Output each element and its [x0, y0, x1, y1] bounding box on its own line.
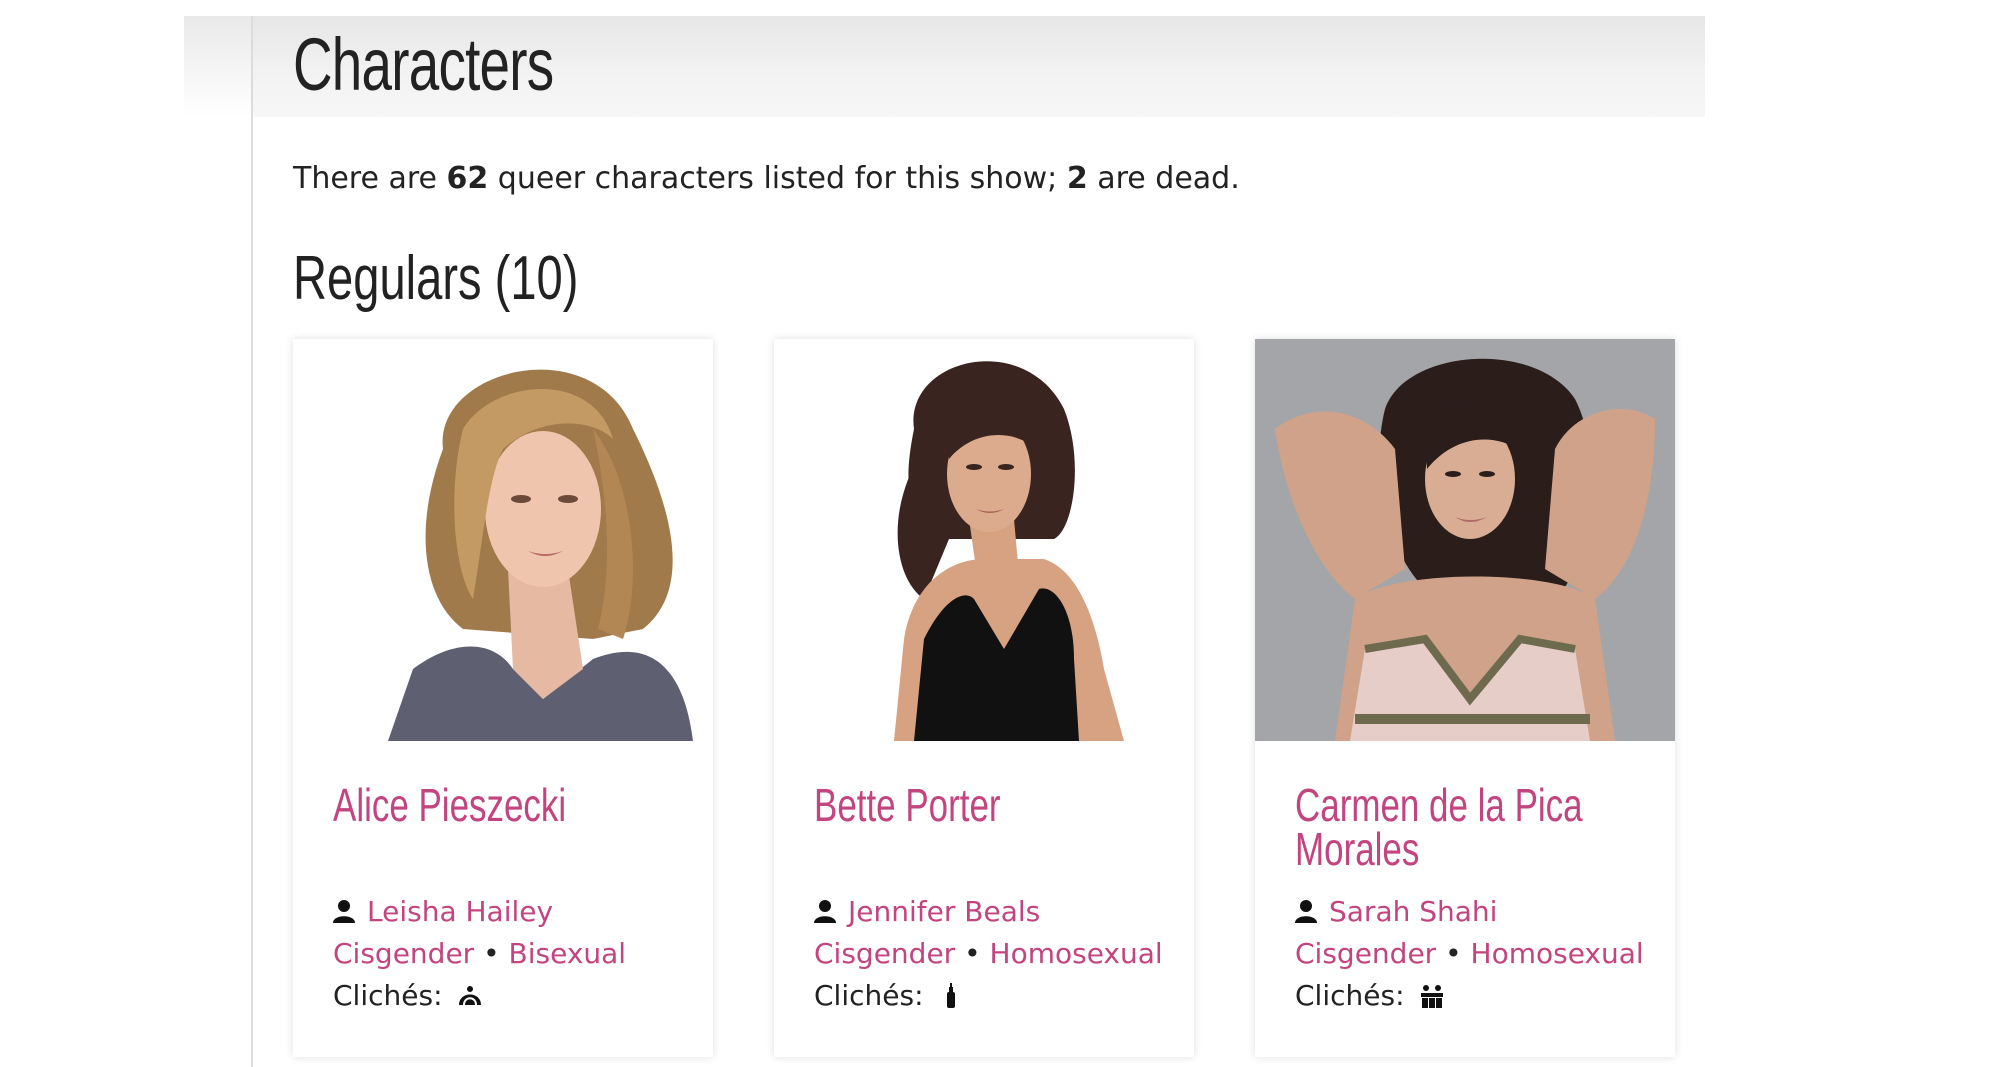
summary-dead-count: 2	[1066, 161, 1088, 196]
cliches-row: Clichés:	[1295, 975, 1655, 1017]
content-border	[251, 16, 253, 1067]
character-card: Alice Pieszecki Leisha Hailey Cisgender …	[293, 339, 713, 1057]
cliches-label: Clichés:	[814, 979, 924, 1012]
character-meta: Sarah Shahi Cisgender • Homosexual Clich…	[1295, 891, 1655, 1017]
actor-row: Jennifer Beals	[814, 891, 1174, 933]
actor-row: Sarah Shahi	[1295, 891, 1655, 933]
cliche-icon[interactable]	[1419, 983, 1445, 1009]
person-icon	[814, 900, 836, 923]
character-name-link[interactable]: Alice Pieszecki	[333, 782, 690, 828]
summary-character-count: 62	[446, 161, 489, 196]
sexuality-link[interactable]: Bisexual	[509, 937, 627, 970]
character-meta: Leisha Hailey Cisgender • Bisexual Clich…	[333, 891, 693, 1017]
gender-link[interactable]: Cisgender	[333, 937, 474, 970]
summary-text-1: There are	[293, 161, 447, 196]
cliche-icon[interactable]	[938, 983, 964, 1009]
cliches-label: Clichés:	[1295, 979, 1405, 1012]
cliches-row: Clichés:	[814, 975, 1174, 1017]
gender-link[interactable]: Cisgender	[1295, 937, 1436, 970]
actor-row: Leisha Hailey	[333, 891, 693, 933]
cliches-label: Clichés:	[333, 979, 443, 1012]
character-photo-image	[293, 339, 713, 741]
cliche-icon[interactable]	[457, 983, 483, 1009]
character-name-link[interactable]: Carmen de la Pica Morales	[1295, 782, 1652, 872]
actor-link[interactable]: Leisha Hailey	[367, 895, 553, 928]
character-photo-image	[774, 339, 1194, 741]
page-gutter	[184, 16, 252, 117]
sexuality-link[interactable]: Homosexual	[1471, 937, 1644, 970]
identity-row: Cisgender • Homosexual	[814, 933, 1174, 975]
identity-row: Cisgender • Bisexual	[333, 933, 693, 975]
character-card: Bette Porter Jennifer Beals Cisgender • …	[774, 339, 1194, 1057]
identity-separator: •	[1445, 937, 1471, 970]
identity-separator: •	[964, 937, 990, 970]
character-meta: Jennifer Beals Cisgender • Homosexual Cl…	[814, 891, 1174, 1017]
gender-link[interactable]: Cisgender	[814, 937, 955, 970]
identity-separator: •	[483, 937, 509, 970]
sexuality-link[interactable]: Homosexual	[990, 937, 1163, 970]
person-icon	[333, 900, 355, 923]
character-card: Carmen de la Pica Morales Sarah Shahi Ci…	[1255, 339, 1675, 1057]
cliches-row: Clichés:	[333, 975, 693, 1017]
identity-row: Cisgender • Homosexual	[1295, 933, 1655, 975]
character-photo[interactable]	[293, 339, 713, 741]
section-title-regulars: Regulars (10)	[293, 244, 579, 313]
character-photo[interactable]	[1255, 339, 1675, 741]
actor-link[interactable]: Jennifer Beals	[848, 895, 1040, 928]
summary-text-3: are dead.	[1087, 161, 1240, 196]
summary-text-2: queer characters listed for this show;	[488, 161, 1067, 196]
actor-link[interactable]: Sarah Shahi	[1329, 895, 1497, 928]
page-title: Characters	[293, 23, 554, 106]
character-photo-image	[1255, 339, 1675, 741]
character-name-link[interactable]: Bette Porter	[814, 782, 1171, 828]
character-photo[interactable]	[774, 339, 1194, 741]
character-summary: There are 62 queer characters listed for…	[293, 161, 1240, 196]
person-icon	[1295, 900, 1317, 923]
